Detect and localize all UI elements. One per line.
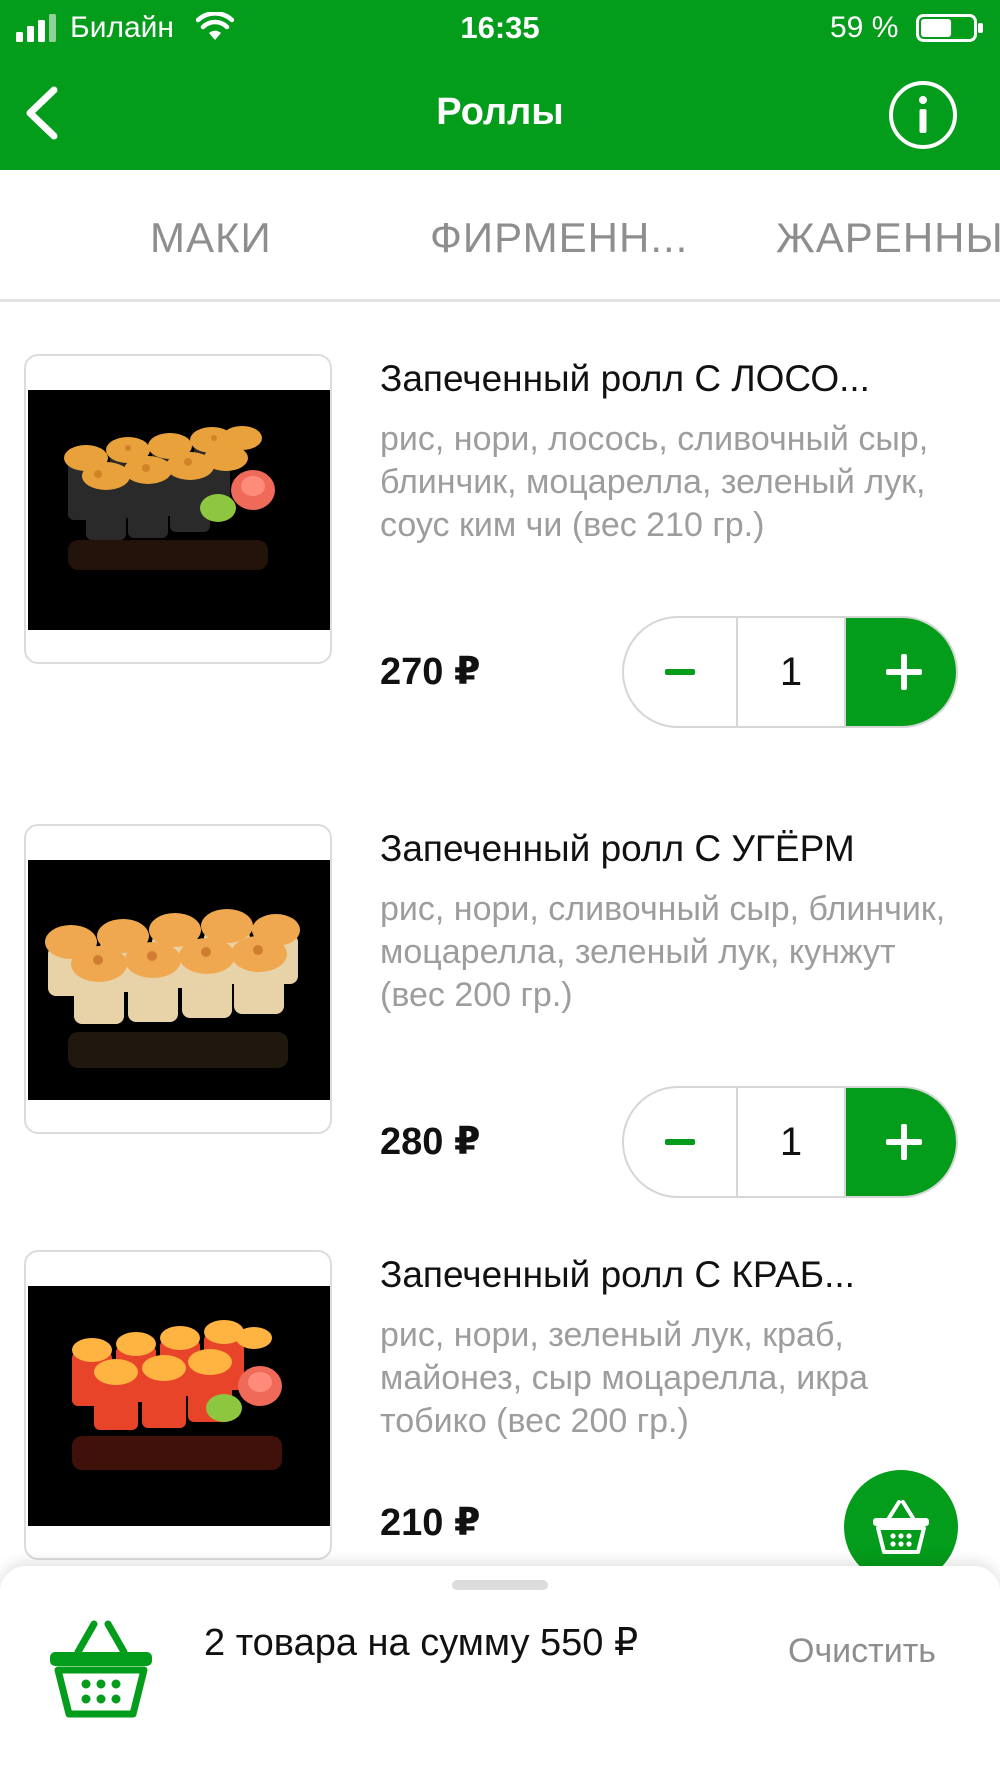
cart-summary-text: 2 товара на сумму 550 ₽: [204, 1622, 639, 1664]
minus-icon: [665, 669, 695, 675]
quantity-stepper: 1: [622, 616, 958, 728]
quantity-value: 1: [736, 618, 846, 726]
salmon-roll-photo: [28, 390, 330, 630]
product-image: [24, 354, 332, 664]
quantity-value: 1: [736, 1088, 846, 1196]
product-description: рис, нори, зеленый лук, краб, майонез, с…: [380, 1316, 868, 1440]
product-price: 280 ₽: [380, 1121, 481, 1163]
status-bar: Билайн 16:35 59 %: [0, 0, 1000, 56]
tab-fried[interactable]: ЖАРЕННЫ: [776, 210, 1000, 266]
increase-quantity-button[interactable]: [846, 1088, 956, 1196]
increase-quantity-button[interactable]: [846, 618, 956, 726]
tab-signature[interactable]: ФИРМЕНН...: [430, 210, 688, 266]
info-icon[interactable]: [888, 80, 958, 150]
product-card[interactable]: Запеченный ролл С ЛОСО... рис, нори, лос…: [0, 354, 1000, 754]
cart-summary-sheet[interactable]: 2 товара на сумму 550 ₽ Очистить: [0, 1566, 1000, 1778]
product-image: [24, 824, 332, 1134]
minus-icon: [665, 1139, 695, 1145]
product-image: [24, 1250, 332, 1560]
battery-icon: [916, 14, 983, 42]
product-name[interactable]: Запеченный ролл С УГЁРМ: [380, 824, 980, 874]
product-description: рис, нори, сливочный сыр, блинчик, моцар…: [380, 890, 946, 1014]
product-name[interactable]: Запеченный ролл С ЛОСО...: [380, 354, 980, 404]
product-name[interactable]: Запеченный ролл С КРАБ...: [380, 1250, 980, 1300]
decrease-quantity-button[interactable]: [624, 1088, 736, 1196]
product-price: 270 ₽: [380, 651, 481, 693]
product-card[interactable]: Запеченный ролл С УГЁРМ рис, нори, сливо…: [0, 824, 1000, 1224]
product-price: 210 ₽: [380, 1502, 481, 1544]
crab-roll-photo: [28, 1286, 330, 1526]
top-bar: Билайн 16:35 59 % Роллы: [0, 0, 1000, 170]
page-title: Роллы: [436, 91, 564, 133]
product-description: рис, нори, лосось, сливочный сыр, блинчи…: [380, 420, 929, 544]
drag-handle[interactable]: [452, 1580, 548, 1590]
battery-percent: 59 %: [830, 11, 899, 44]
quantity-stepper: 1: [622, 1086, 958, 1198]
tab-maki[interactable]: МАКИ: [150, 210, 272, 266]
category-tabs: МАКИ ФИРМЕНН... ЖАРЕННЫ: [0, 170, 1000, 302]
basket-icon: [873, 1500, 929, 1554]
decrease-quantity-button[interactable]: [624, 618, 736, 726]
eel-roll-photo: [28, 860, 330, 1100]
basket-icon: [50, 1620, 152, 1718]
clear-cart-button[interactable]: Очистить: [788, 1626, 936, 1676]
